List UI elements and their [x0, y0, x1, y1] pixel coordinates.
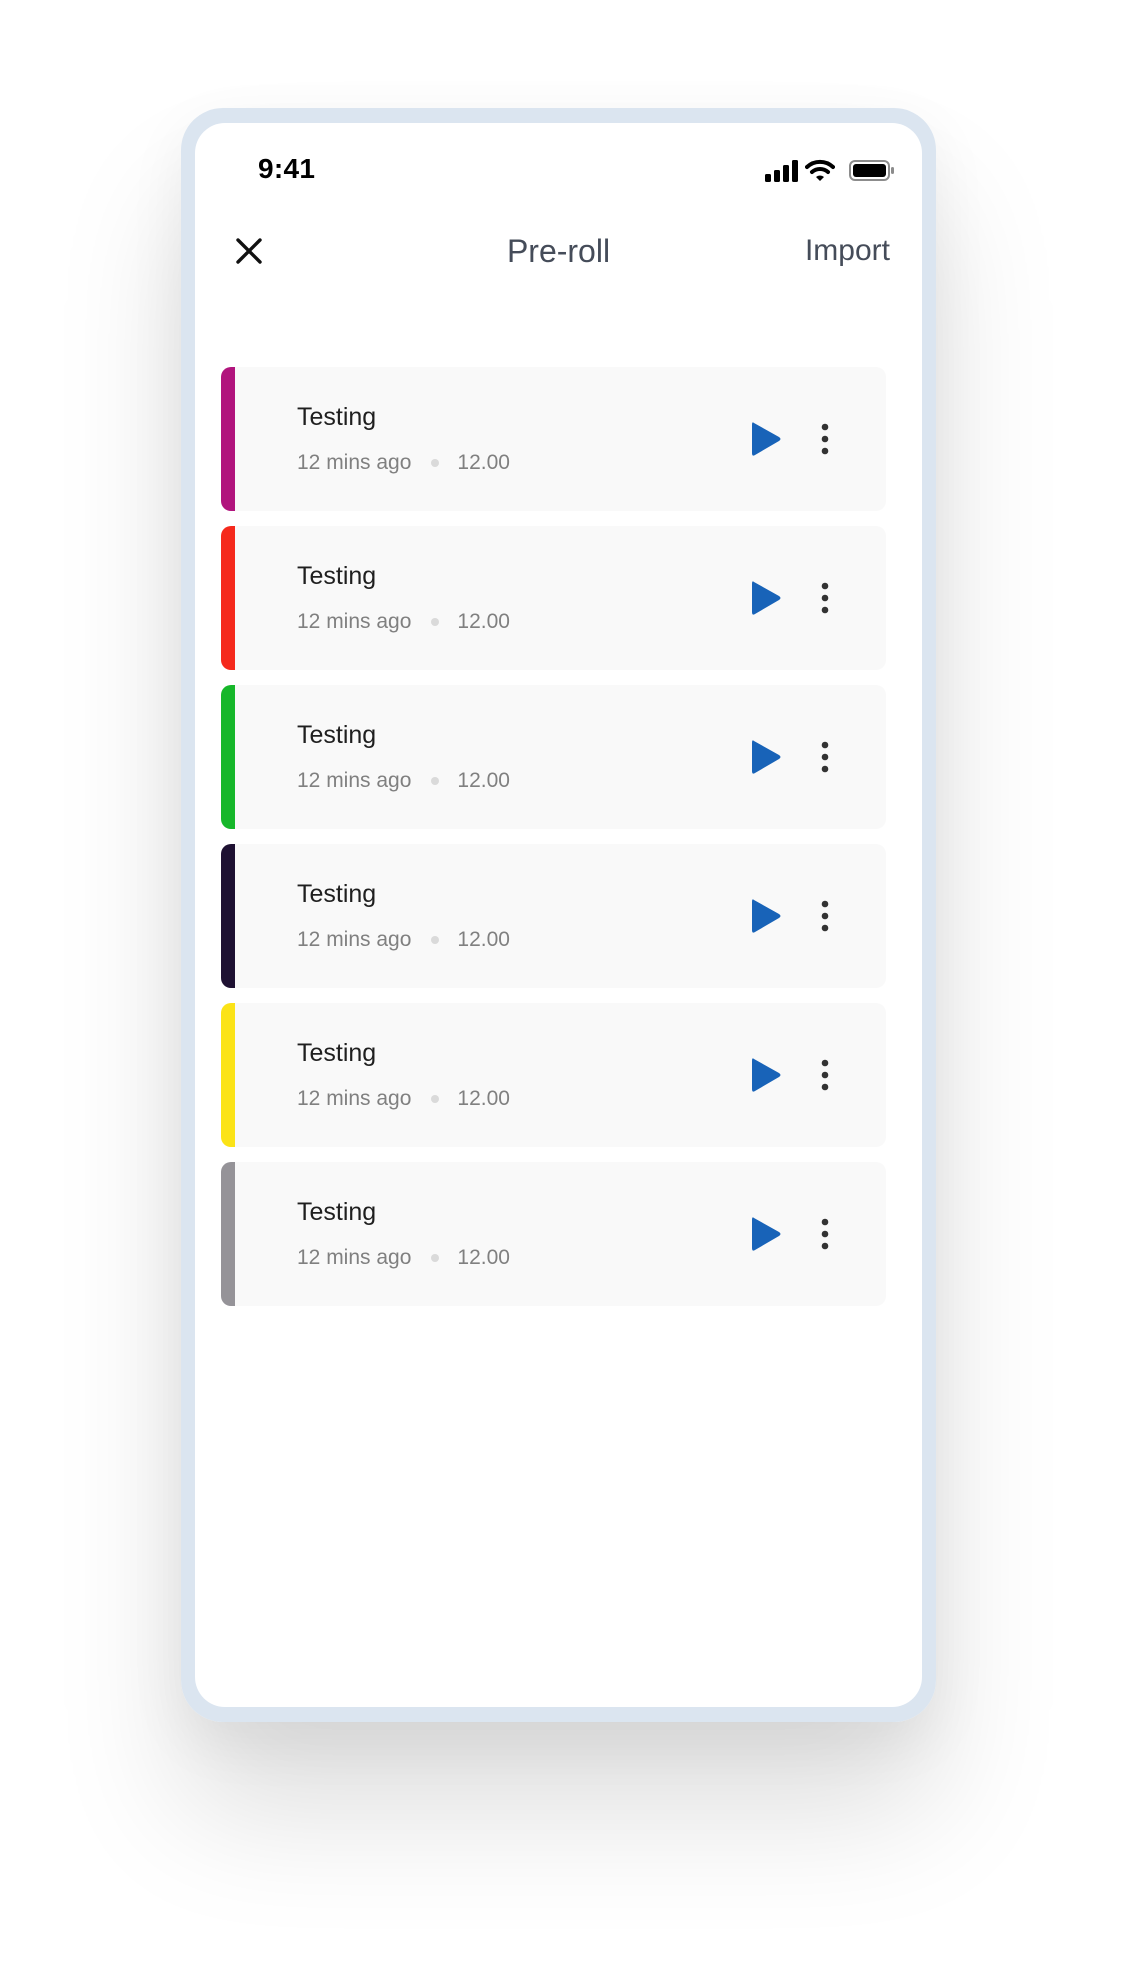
wifi-icon: [805, 159, 835, 181]
play-button[interactable]: [749, 1214, 783, 1254]
separator-dot: [431, 459, 440, 467]
color-stripe: [221, 526, 235, 670]
color-stripe: [221, 1003, 235, 1147]
more-vertical-icon: [821, 741, 829, 773]
play-button[interactable]: [749, 737, 783, 777]
play-button[interactable]: [749, 1055, 783, 1095]
item-meta: 12 mins ago 12.00: [297, 769, 510, 793]
item-time: 12 mins ago: [297, 610, 412, 633]
item-title: Testing: [297, 562, 377, 590]
more-options-button[interactable]: [813, 578, 837, 618]
item-time: 12 mins ago: [297, 451, 412, 474]
phone-screen: 9:41 Pre-roll Import Testing 12 mins ago: [195, 123, 922, 1707]
item-time: 12 mins ago: [297, 1246, 412, 1269]
play-icon: [752, 1058, 781, 1092]
item-time: 12 mins ago: [297, 928, 412, 951]
item-value: 12.00: [457, 1246, 510, 1269]
play-icon: [752, 1217, 781, 1251]
item-time: 12 mins ago: [297, 769, 412, 792]
item-meta: 12 mins ago 12.00: [297, 1246, 510, 1270]
list-item[interactable]: Testing 12 mins ago 12.00: [221, 685, 886, 829]
list-item[interactable]: Testing 12 mins ago 12.00: [221, 526, 886, 670]
separator-dot: [431, 936, 440, 944]
item-value: 12.00: [457, 1087, 510, 1110]
item-title: Testing: [297, 880, 377, 908]
color-stripe: [221, 685, 235, 829]
more-vertical-icon: [821, 1059, 829, 1091]
more-vertical-icon: [821, 582, 829, 614]
more-options-button[interactable]: [813, 1214, 837, 1254]
play-icon: [752, 740, 781, 774]
status-time: 9:41: [258, 153, 316, 184]
preroll-list: Testing 12 mins ago 12.00 Testing 12 min…: [221, 367, 886, 1321]
more-options-button[interactable]: [813, 1055, 837, 1095]
item-title: Testing: [297, 721, 377, 749]
play-icon: [752, 422, 781, 456]
item-title: Testing: [297, 1039, 377, 1067]
item-title: Testing: [297, 1198, 377, 1226]
color-stripe: [221, 1162, 235, 1306]
more-options-button[interactable]: [813, 419, 837, 459]
color-stripe: [221, 844, 235, 988]
separator-dot: [431, 618, 440, 626]
play-button[interactable]: [749, 896, 783, 936]
separator-dot: [431, 1254, 440, 1262]
play-button[interactable]: [749, 578, 783, 618]
import-button[interactable]: Import: [805, 231, 890, 271]
separator-dot: [431, 777, 440, 785]
play-button[interactable]: [749, 419, 783, 459]
item-time: 12 mins ago: [297, 1087, 412, 1110]
list-item[interactable]: Testing 12 mins ago 12.00: [221, 844, 886, 988]
more-options-button[interactable]: [813, 896, 837, 936]
item-meta: 12 mins ago 12.00: [297, 1087, 510, 1111]
item-value: 12.00: [457, 769, 510, 792]
item-meta: 12 mins ago 12.00: [297, 451, 510, 475]
more-vertical-icon: [821, 423, 829, 455]
play-icon: [752, 581, 781, 615]
more-vertical-icon: [821, 900, 829, 932]
list-item[interactable]: Testing 12 mins ago 12.00: [221, 367, 886, 511]
color-stripe: [221, 367, 235, 511]
battery-icon: [849, 160, 894, 181]
list-item[interactable]: Testing 12 mins ago 12.00: [221, 1003, 886, 1147]
item-value: 12.00: [457, 928, 510, 951]
item-value: 12.00: [457, 610, 510, 633]
item-value: 12.00: [457, 451, 510, 474]
item-meta: 12 mins ago 12.00: [297, 610, 510, 634]
play-icon: [752, 899, 781, 933]
list-item[interactable]: Testing 12 mins ago 12.00: [221, 1162, 886, 1306]
separator-dot: [431, 1095, 440, 1103]
cellular-signal-icon: [765, 160, 798, 182]
more-vertical-icon: [821, 1218, 829, 1250]
more-options-button[interactable]: [813, 737, 837, 777]
item-meta: 12 mins ago 12.00: [297, 928, 510, 952]
item-title: Testing: [297, 403, 377, 431]
